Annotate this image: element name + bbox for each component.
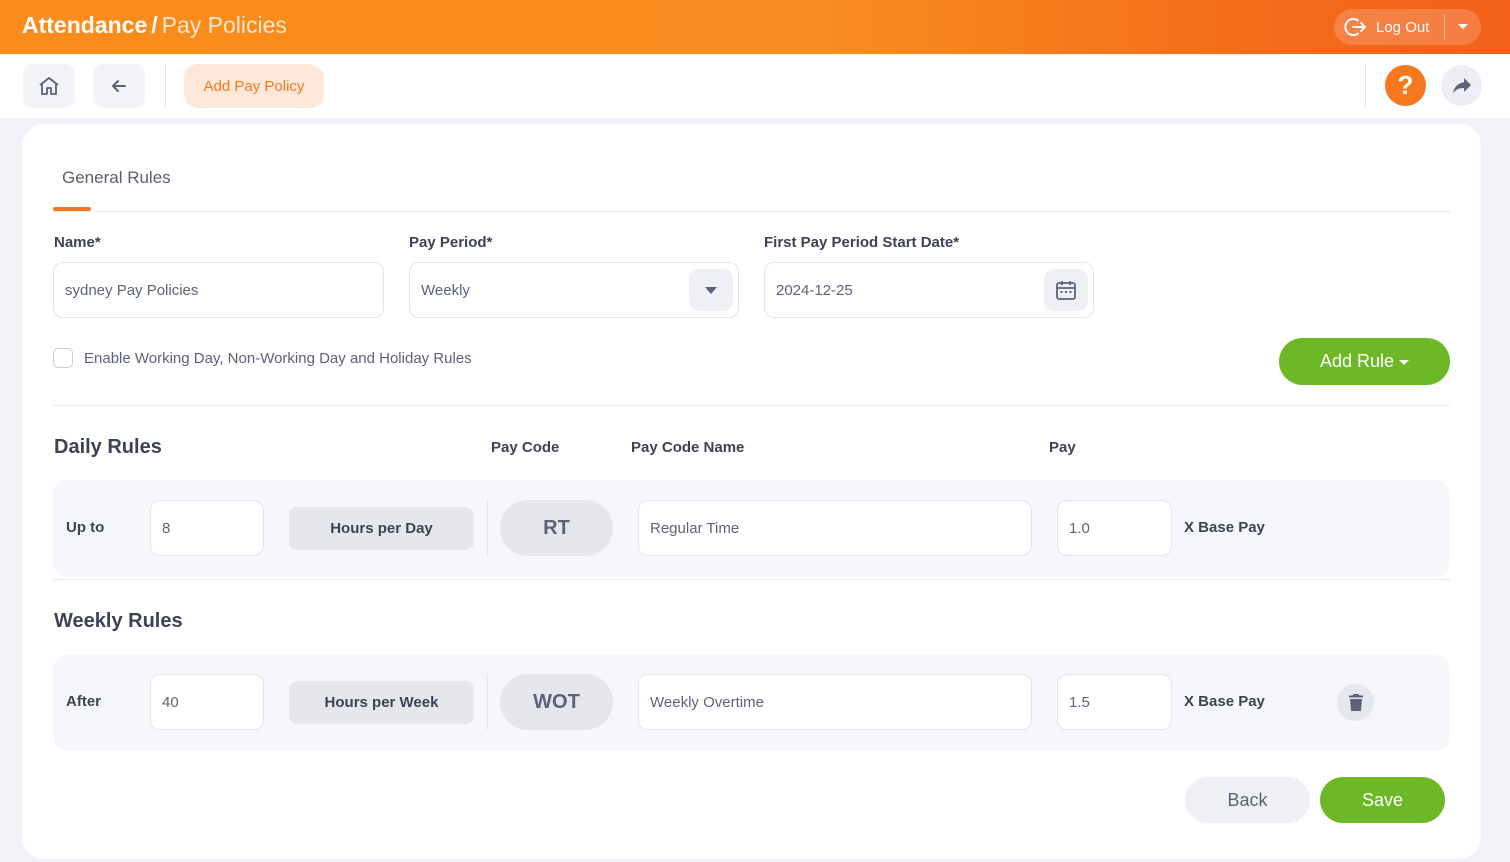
daily-hours-input[interactable]: 8 [150, 500, 264, 556]
chevron-down-icon [705, 286, 717, 294]
daily-base-pay-label: X Base Pay [1184, 519, 1265, 536]
daily-rules-title: Daily Rules [54, 436, 162, 458]
weekly-pay-multiplier-input[interactable]: 1.5 [1057, 674, 1172, 730]
toolbar-divider [1365, 64, 1366, 108]
page-title-sub: Pay Policies [161, 12, 287, 38]
daily-rule-lead: Up to [66, 519, 105, 536]
start-date-label: First Pay Period Start Date* [764, 234, 960, 251]
add-rule-label: Add Rule [1319, 351, 1395, 371]
share-button[interactable] [1441, 65, 1482, 106]
weekly-base-pay-label: X Base Pay [1184, 693, 1265, 710]
pay-code-name-column-header: Pay Code Name [631, 439, 745, 456]
start-date-field[interactable]: 2024-12-25 [764, 262, 1094, 318]
pay-column-header: Pay [1049, 439, 1076, 456]
enable-rules-checkbox[interactable] [53, 348, 73, 368]
arrow-left-icon [112, 80, 126, 92]
logout-icon [1344, 18, 1366, 36]
caret-down-icon [1399, 360, 1410, 365]
daily-hours-unit: Hours per Day [289, 507, 474, 550]
back-nav-button[interactable] [93, 64, 145, 108]
weekly-rules-title: Weekly Rules [54, 610, 183, 632]
trash-icon [1348, 694, 1363, 711]
home-icon [39, 77, 59, 95]
chevron-down-icon [1458, 24, 1468, 29]
weekly-hours-input[interactable]: 40 [150, 674, 264, 730]
pay-period-label: Pay Period* [409, 234, 493, 251]
logout-label: Log Out [1376, 18, 1430, 36]
weekly-hours-unit: Hours per Week [289, 681, 474, 724]
pay-period-dropdown-button[interactable] [689, 269, 733, 311]
enable-rules-label: Enable Working Day, Non-Working Day and … [84, 350, 472, 367]
daily-pay-multiplier-input[interactable]: 1.0 [1057, 500, 1172, 556]
section-divider [53, 405, 1450, 406]
toolbar-divider [165, 64, 166, 108]
page-title-main: Attendance [22, 12, 148, 38]
toolbar: Add Pay Policy ? [0, 54, 1510, 118]
tab-general-rules[interactable]: General Rules [62, 168, 171, 188]
logout-dropdown-button[interactable] [1445, 9, 1481, 45]
title-separator: / [151, 12, 158, 38]
calendar-button[interactable] [1044, 269, 1088, 311]
delete-weekly-rule-button[interactable] [1337, 684, 1374, 721]
name-field[interactable]: sydney Pay Policies [53, 262, 384, 318]
pay-period-value: Weekly [421, 281, 470, 299]
weekly-pay-code-name-input[interactable]: Weekly Overtime [638, 674, 1032, 730]
add-rule-button[interactable]: Add Rule [1279, 338, 1450, 385]
section-divider [53, 579, 1450, 580]
share-icon [1452, 77, 1471, 93]
weekly-rule-lead: After [66, 693, 102, 710]
pay-code-column-header: Pay Code [491, 439, 560, 456]
daily-pay-code-name-input[interactable]: Regular Time [638, 500, 1032, 556]
back-button[interactable]: Back [1185, 777, 1310, 823]
app-header: Attendance / Pay Policies Log Out [0, 0, 1510, 54]
pay-period-select[interactable]: Weekly [409, 262, 739, 318]
weekly-pay-code-badge: WOT [500, 674, 613, 730]
name-label: Name* [54, 234, 101, 251]
calendar-icon [1056, 281, 1076, 300]
home-button[interactable] [23, 64, 75, 108]
help-button[interactable]: ? [1385, 65, 1426, 106]
logout-group: Log Out [1334, 9, 1481, 45]
row-divider [487, 500, 488, 556]
tabs-divider [53, 211, 1450, 212]
start-date-value: 2024-12-25 [776, 281, 853, 299]
daily-pay-code-badge: RT [500, 500, 613, 556]
save-button[interactable]: Save [1320, 777, 1445, 823]
logout-button[interactable]: Log Out [1334, 9, 1444, 45]
add-pay-policy-breadcrumb[interactable]: Add Pay Policy [184, 64, 324, 108]
row-divider [487, 674, 488, 730]
page-title: Attendance / Pay Policies [22, 12, 287, 39]
